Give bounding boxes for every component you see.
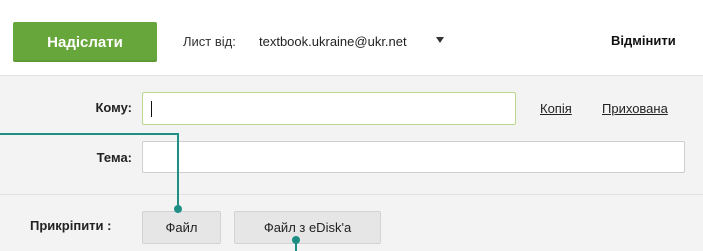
subject-input[interactable] [142, 141, 685, 173]
to-input[interactable] [142, 92, 516, 125]
send-button[interactable]: Надіслати [13, 22, 157, 62]
text-cursor [151, 101, 152, 117]
caret-down-icon[interactable] [436, 37, 444, 43]
subject-label: Тема: [96, 150, 132, 165]
from-email-select[interactable]: textbook.ukraine@ukr.net [259, 34, 407, 49]
attach-label: Прикріпити : [30, 218, 112, 233]
to-label: Кому: [95, 100, 132, 115]
cancel-link[interactable]: Відмінити [611, 33, 676, 48]
attach-edisk-button[interactable]: Файл з eDisk'a [234, 211, 381, 244]
attach-file-button[interactable]: Файл [142, 211, 221, 244]
cc-link[interactable]: Копія [540, 101, 572, 116]
compose-panel: Надіслати Лист від: textbook.ukraine@ukr… [0, 0, 703, 251]
divider [0, 194, 703, 195]
from-label: Лист від: [183, 34, 236, 49]
bcc-link[interactable]: Прихована [602, 101, 668, 116]
compose-toolbar: Надіслати Лист від: textbook.ukraine@ukr… [0, 0, 703, 76]
